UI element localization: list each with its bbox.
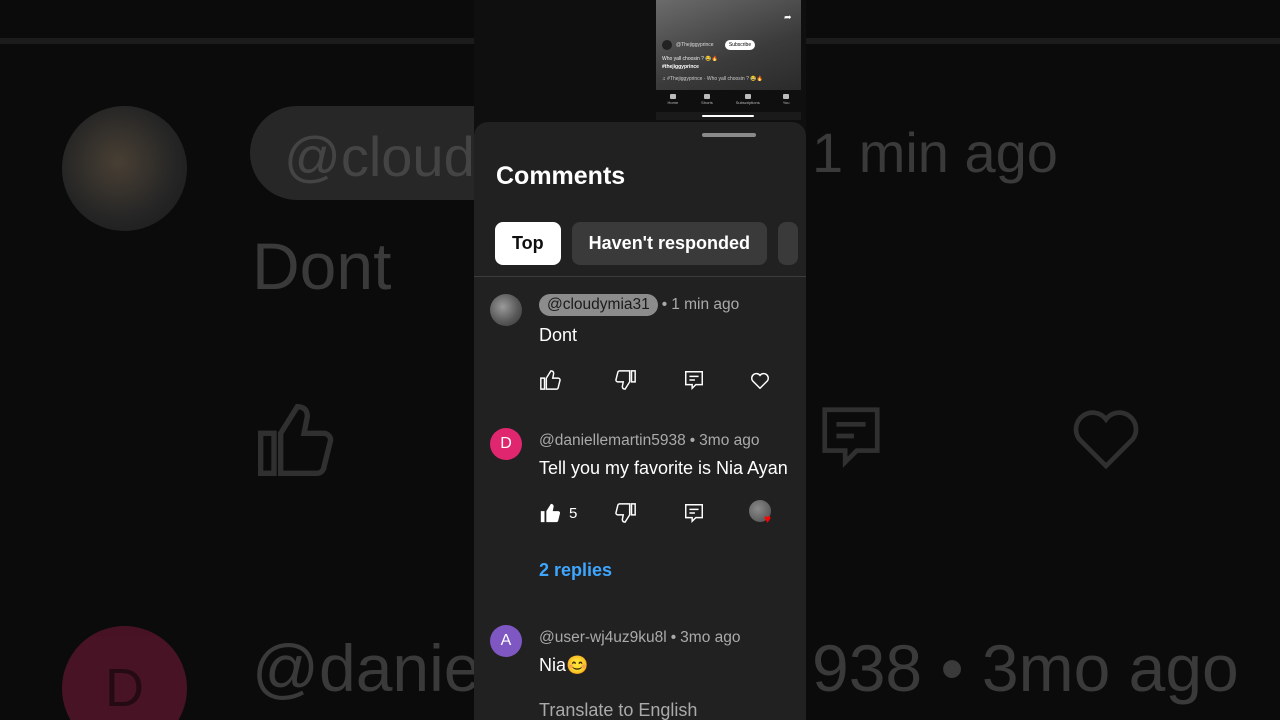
home-icon [669, 94, 676, 99]
nav-you: You [783, 90, 790, 112]
drag-handle[interactable] [702, 133, 756, 137]
thumbs-up-filled-icon [540, 503, 561, 523]
comment-handle[interactable]: @cloudymia31 [539, 294, 658, 316]
dislike-button[interactable] [615, 501, 637, 525]
comments-sheet: Comments Top Haven't responded @cloudymi… [474, 122, 806, 720]
comment-meta: @user-wj4uz9ku8l • 3mo ago [539, 629, 741, 646]
dislike-button[interactable] [615, 368, 637, 392]
comment-text: Nia😊 [539, 655, 589, 675]
comment-text: Dont [539, 325, 578, 345]
background-letter-avatar: D [62, 626, 187, 720]
comment-actions: 5 ♥ [539, 500, 799, 526]
thumbs-down-icon [615, 503, 636, 523]
channel-handle: @Thejiggyprince [676, 42, 714, 48]
heart-icon [751, 372, 769, 390]
share-icon[interactable]: ➦ [784, 12, 792, 23]
you-icon [783, 94, 790, 99]
shorts-icon [703, 94, 710, 99]
avatar[interactable] [490, 294, 522, 326]
filter-chips: Top Haven't responded [495, 222, 798, 265]
comment-time: 1 min ago [671, 296, 740, 313]
subscribe-button[interactable]: Subscribe [725, 40, 755, 50]
thumbs-up-icon [540, 370, 561, 390]
nav-home: Home [668, 90, 678, 112]
thumbnail-nav-bar: Home Shorts Subscriptions You [656, 90, 801, 112]
video-music: ♫ #Thejiggyprince · Who yall choosin ? 😂… [662, 76, 763, 82]
like-button[interactable] [539, 368, 561, 392]
reply-button[interactable] [683, 501, 705, 525]
letter-avatar[interactable]: A [490, 625, 522, 657]
heart-button[interactable] [749, 368, 771, 392]
background-text: Dont [252, 229, 392, 303]
comments-title: Comments [496, 162, 626, 190]
comment-actions [539, 368, 799, 392]
video-frame: @Thejiggyprince Subscribe ➦ Who yall cho… [656, 0, 801, 90]
nav-shorts: Shorts [701, 90, 713, 112]
chip-havent-responded[interactable]: Haven't responded [571, 222, 767, 265]
comment-time: 3mo ago [699, 432, 760, 449]
comment-handle[interactable]: @daniellemartin5938 [539, 432, 686, 449]
background-user-tail: 938 • 3mo ago [812, 631, 1239, 705]
home-indicator [702, 115, 754, 117]
translate-link[interactable]: Translate to English [539, 700, 697, 720]
chip-top[interactable]: Top [495, 222, 561, 265]
like-button[interactable]: 5 [539, 501, 577, 525]
reply-icon [685, 371, 703, 391]
background-like-icon [258, 403, 334, 476]
replies-link[interactable]: 2 replies [539, 560, 612, 581]
chip-more[interactable] [777, 222, 798, 265]
comment-handle[interactable]: @user-wj4uz9ku8l [539, 629, 667, 646]
thumbs-down-icon [615, 370, 636, 390]
creator-heart-icon: ♥ [764, 512, 772, 526]
background-user: @danie [252, 631, 481, 705]
comment-meta: @cloudymia31 • 1 min ago [539, 294, 739, 316]
background-time: 1 min ago [812, 121, 1058, 184]
subscriptions-icon [744, 94, 751, 99]
reply-button[interactable] [683, 368, 705, 392]
letter-avatar[interactable]: D [490, 428, 522, 460]
video-hashtag: #thejiggyprince [662, 64, 699, 70]
like-count: 5 [569, 504, 578, 522]
phone-screen: @Thejiggyprince Subscribe ➦ Who yall cho… [474, 0, 806, 720]
comment-time: 3mo ago [680, 629, 741, 646]
channel-avatar [662, 40, 672, 50]
background-heart-icon [1073, 410, 1139, 470]
video-caption: Who yall choosin ? 😂🔥 [662, 56, 718, 62]
comment-text: Tell you my favorite is Nia Ayan [539, 458, 788, 478]
nav-subscriptions: Subscriptions [736, 90, 760, 112]
background-avatar [62, 106, 187, 231]
comment-meta: @daniellemartin5938 • 3mo ago [539, 432, 760, 449]
video-thumbnail[interactable]: @Thejiggyprince Subscribe ➦ Who yall cho… [656, 0, 801, 120]
divider [474, 276, 806, 277]
background-reply-icon [822, 407, 880, 468]
reply-icon [685, 504, 703, 524]
